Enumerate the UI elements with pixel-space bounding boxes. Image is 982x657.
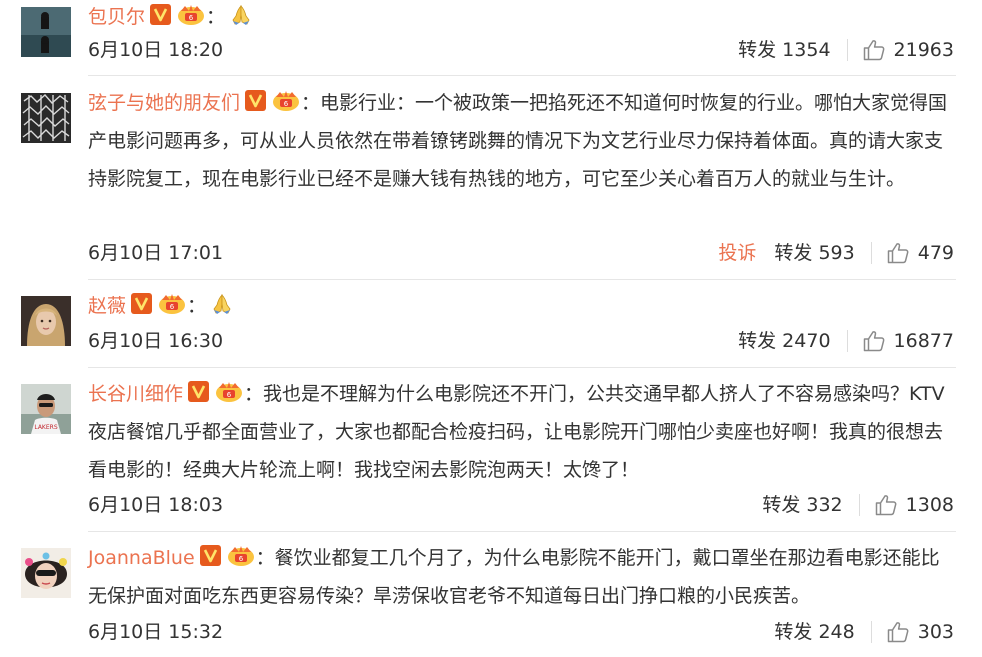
comment-meta: 6月10日 15:32 转发 248 303	[88, 617, 954, 647]
avatar[interactable]	[21, 7, 71, 57]
comment-meta: 6月10日 17:01 投诉 转发 593 479	[88, 238, 954, 268]
avatar[interactable]	[21, 93, 71, 143]
comment-date: 6月10日 18:03	[88, 494, 224, 516]
username-link[interactable]: 赵薇	[88, 295, 126, 317]
vip-crown-icon[interactable]: 6	[214, 380, 244, 403]
comment-body: JoannaBlue 6 ：餐饮业都复工几个月了，为什么电影院不能开门，戴口罩坐在那…	[88, 539, 958, 615]
comment-divider	[88, 75, 956, 76]
vip-crown-icon[interactable]: 6	[226, 544, 256, 567]
thumbs-up-icon	[874, 493, 898, 517]
vip-crown-icon[interactable]: 6	[176, 3, 206, 26]
praying-hands-icon	[210, 292, 234, 316]
praying-hands-icon	[229, 3, 253, 27]
username-link[interactable]: JoannaBlue	[88, 547, 195, 569]
like-button[interactable]: 1308	[874, 490, 954, 520]
thumbs-up-icon	[886, 620, 910, 644]
v-verified-icon[interactable]	[149, 3, 172, 26]
comment-date: 6月10日 15:32	[88, 621, 224, 643]
comment-actions: 投诉 转发 593 479	[718, 238, 954, 268]
svg-text:6: 6	[189, 14, 194, 22]
comment-date: 6月10日 16:30	[88, 330, 224, 352]
like-button[interactable]: 16877	[862, 326, 954, 356]
vip-crown-icon[interactable]: 6	[271, 89, 301, 112]
comment-date: 6月10日 18:20	[88, 39, 224, 61]
report-button[interactable]: 投诉	[718, 238, 756, 268]
v-verified-icon[interactable]	[199, 544, 222, 567]
thumbs-up-icon	[862, 329, 886, 353]
like-button[interactable]: 21963	[862, 35, 954, 65]
like-count: 1308	[905, 494, 954, 516]
comment-body: 包贝尔 6：	[88, 0, 958, 36]
repost-button[interactable]: 转发 332	[762, 490, 842, 520]
action-divider	[858, 494, 860, 516]
svg-text:6: 6	[227, 391, 232, 399]
comment-actions: 转发 332 1308	[762, 490, 954, 520]
thumbs-up-icon	[862, 38, 886, 62]
like-button[interactable]: 303	[886, 617, 954, 647]
like-count: 479	[917, 242, 954, 264]
comment-actions: 转发 248 303	[774, 617, 954, 647]
like-button[interactable]: 479	[886, 238, 954, 268]
repost-button[interactable]: 转发 1354	[738, 35, 830, 65]
avatar[interactable]	[21, 296, 71, 346]
avatar[interactable]	[21, 548, 71, 598]
comment-divider	[88, 279, 956, 280]
comment-body: 赵薇 6：	[88, 287, 958, 325]
like-count: 21963	[893, 39, 954, 61]
v-verified-icon[interactable]	[130, 292, 153, 315]
comment-actions: 转发 1354 21963	[738, 35, 954, 65]
svg-text:LAKERS: LAKERS	[34, 424, 57, 431]
comment-body: 长谷川细作 6 ：我也是不理解为什么电影院还不开门，公共交通早都人挤人了不容易感染吗…	[88, 375, 958, 489]
username-link[interactable]: 弦子与她的朋友们	[88, 92, 240, 114]
repost-button[interactable]: 转发 593	[774, 238, 854, 268]
repost-button[interactable]: 转发 248	[774, 617, 854, 647]
username-link[interactable]: 包贝尔	[88, 6, 145, 28]
thumbs-up-icon	[886, 241, 910, 265]
comment-meta: 6月10日 18:20 转发 1354 21963	[88, 35, 954, 65]
comment-date: 6月10日 17:01	[88, 242, 224, 264]
action-divider	[870, 621, 872, 643]
comment-divider	[88, 531, 956, 532]
comment-meta: 6月10日 16:30 转发 2470 16877	[88, 326, 954, 356]
svg-text:6: 6	[238, 555, 243, 563]
comment-actions: 转发 2470 16877	[738, 326, 954, 356]
avatar[interactable]: LAKERS	[21, 384, 71, 434]
action-divider	[846, 39, 848, 61]
comment-meta: 6月10日 18:03 转发 332 1308	[88, 490, 954, 520]
repost-button[interactable]: 转发 2470	[738, 326, 830, 356]
comment-divider	[88, 367, 956, 368]
action-divider	[870, 242, 872, 264]
comment-body: 弦子与她的朋友们 6 ：电影行业：一个被政策一把掐死还不知道何时恢复的行业。哪怕大家…	[88, 84, 958, 198]
svg-text:6: 6	[284, 100, 289, 108]
v-verified-icon[interactable]	[244, 89, 267, 112]
svg-text:6: 6	[170, 303, 175, 311]
v-verified-icon[interactable]	[187, 380, 210, 403]
username-link[interactable]: 长谷川细作	[88, 383, 183, 405]
vip-crown-icon[interactable]: 6	[157, 292, 187, 315]
like-count: 303	[917, 621, 954, 643]
like-count: 16877	[893, 330, 954, 352]
action-divider	[846, 330, 848, 352]
